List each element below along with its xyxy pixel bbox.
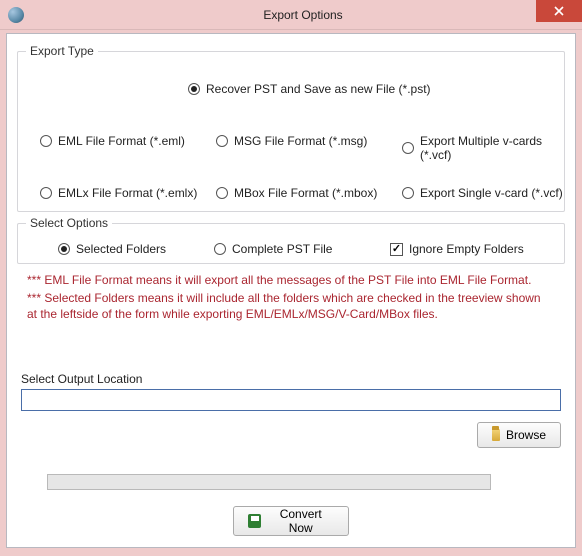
radio-complete-pst[interactable]: Complete PST File bbox=[214, 242, 332, 256]
radio-mbox[interactable]: MBox File Format (*.mbox) bbox=[216, 186, 377, 200]
browse-button-label: Browse bbox=[506, 428, 546, 442]
radio-icon bbox=[402, 142, 414, 154]
convert-button-label: Convert Now bbox=[267, 507, 334, 535]
notes-text: *** EML File Format means it will export… bbox=[27, 272, 551, 325]
app-icon bbox=[8, 7, 24, 23]
radio-label: MBox File Format (*.mbox) bbox=[234, 186, 377, 200]
radio-label: EML File Format (*.eml) bbox=[58, 134, 185, 148]
progress-bar bbox=[47, 474, 491, 490]
radio-emlx[interactable]: EMLx File Format (*.emlx) bbox=[40, 186, 197, 200]
radio-icon bbox=[188, 83, 200, 95]
close-button[interactable] bbox=[536, 0, 582, 22]
radio-vcf-single[interactable]: Export Single v-card (*.vcf) bbox=[402, 186, 563, 200]
radio-eml[interactable]: EML File Format (*.eml) bbox=[40, 134, 185, 148]
folder-icon bbox=[492, 429, 500, 441]
select-options-legend: Select Options bbox=[26, 216, 112, 230]
select-options-group: Select Options Selected Folders Complete… bbox=[17, 216, 565, 264]
close-icon bbox=[554, 6, 564, 16]
radio-icon bbox=[216, 187, 228, 199]
radio-label: Export Multiple v-cards (*.vcf) bbox=[420, 134, 564, 162]
radio-vcf-multi[interactable]: Export Multiple v-cards (*.vcf) bbox=[402, 134, 564, 162]
save-icon bbox=[248, 514, 261, 528]
radio-recover-pst[interactable]: Recover PST and Save as new File (*.pst) bbox=[188, 82, 431, 96]
checkbox-icon bbox=[390, 243, 403, 256]
radio-icon bbox=[40, 135, 52, 147]
output-location-label: Select Output Location bbox=[21, 372, 142, 386]
radio-msg[interactable]: MSG File Format (*.msg) bbox=[216, 134, 367, 148]
radio-label: EMLx File Format (*.emlx) bbox=[58, 186, 197, 200]
radio-icon bbox=[40, 187, 52, 199]
radio-icon bbox=[214, 243, 226, 255]
browse-button[interactable]: Browse bbox=[477, 422, 561, 448]
radio-label: Complete PST File bbox=[232, 242, 332, 256]
radio-icon bbox=[216, 135, 228, 147]
dialog-body: Export Type Recover PST and Save as new … bbox=[6, 33, 576, 548]
convert-now-button[interactable]: Convert Now bbox=[233, 506, 349, 536]
note-line-2: *** Selected Folders means it will inclu… bbox=[27, 290, 551, 322]
radio-label: Export Single v-card (*.vcf) bbox=[420, 186, 563, 200]
checkbox-label: Ignore Empty Folders bbox=[409, 242, 524, 256]
note-line-1: *** EML File Format means it will export… bbox=[27, 272, 551, 288]
radio-selected-folders[interactable]: Selected Folders bbox=[58, 242, 166, 256]
export-type-legend: Export Type bbox=[26, 44, 98, 58]
radio-icon bbox=[402, 187, 414, 199]
window-title: Export Options bbox=[24, 8, 582, 22]
radio-label: Selected Folders bbox=[76, 242, 166, 256]
title-bar: Export Options bbox=[0, 0, 582, 30]
radio-label: Recover PST and Save as new File (*.pst) bbox=[206, 82, 431, 96]
radio-icon bbox=[58, 243, 70, 255]
checkbox-ignore-empty[interactable]: Ignore Empty Folders bbox=[390, 242, 524, 256]
export-type-group: Export Type Recover PST and Save as new … bbox=[17, 44, 565, 212]
output-location-input[interactable] bbox=[21, 389, 561, 411]
radio-label: MSG File Format (*.msg) bbox=[234, 134, 367, 148]
